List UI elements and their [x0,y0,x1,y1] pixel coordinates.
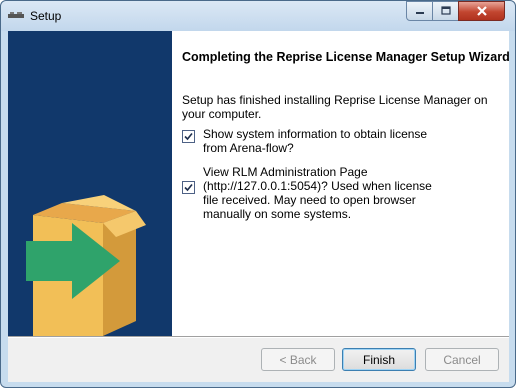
wizard-content: Completing the Reprise License Manager S… [172,31,510,336]
option-show-system-info[interactable]: Show system information to obtain licens… [182,127,433,155]
close-button[interactable] [458,1,505,21]
window-title: Setup [30,9,62,23]
setup-window: Setup Completing the Reprise License Man… [0,0,516,388]
maximize-button[interactable] [432,1,459,21]
checkmark-icon [184,183,193,192]
checkmark-icon [184,132,193,141]
wizard-description: Setup has finished installing Reprise Li… [182,93,488,121]
minimize-button[interactable] [406,1,433,21]
show-system-info-label: Show system information to obtain licens… [203,127,428,155]
button-separator [8,336,509,338]
finish-button[interactable]: Finish [342,348,416,371]
title-bar[interactable]: Setup [1,1,515,31]
maximize-icon [440,6,451,15]
view-rlm-admin-label: View RLM Administration Page (http://127… [203,165,432,221]
setup-app-icon [8,12,24,18]
cancel-button[interactable]: Cancel [425,348,499,371]
option-view-rlm-admin[interactable]: View RLM Administration Page (http://127… [182,165,433,221]
back-button[interactable]: < Back [261,348,335,371]
install-box-arrow-icon [26,195,146,336]
close-icon [476,6,487,16]
view-rlm-admin-checkbox[interactable] [182,181,195,194]
wizard-client-area: Completing the Reprise License Manager S… [8,31,510,382]
wizard-heading: Completing the Reprise License Manager S… [182,50,510,64]
wizard-banner [8,31,172,336]
show-system-info-checkbox[interactable] [182,130,195,143]
minimize-icon [415,12,424,14]
